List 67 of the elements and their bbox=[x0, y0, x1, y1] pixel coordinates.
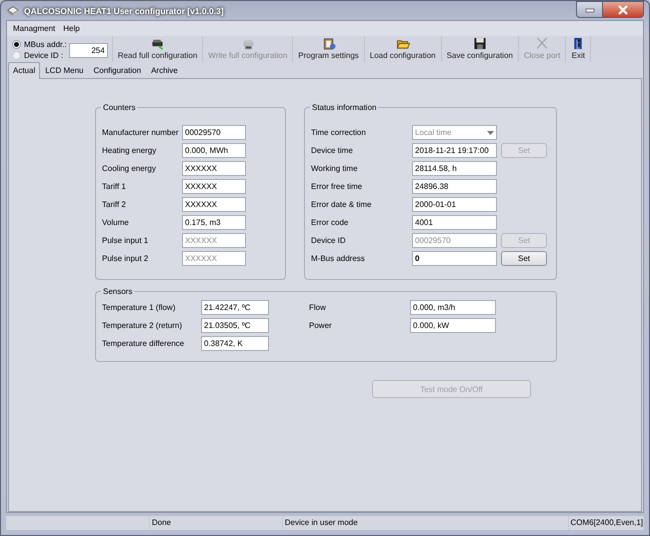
text-field[interactable]: 28114.58, h bbox=[412, 161, 497, 176]
toolbar-button[interactable]: Load configuration bbox=[364, 36, 442, 62]
close-button[interactable] bbox=[602, 1, 644, 18]
field-label: Pulse input 2 bbox=[102, 253, 150, 265]
status-text: Device in user mode bbox=[282, 516, 569, 530]
radio-button[interactable]: MBus addr.: bbox=[12, 39, 67, 50]
text-field[interactable]: 0.000, m3/h bbox=[410, 300, 496, 315]
clipboard-icon bbox=[322, 37, 336, 50]
text-field[interactable]: XXXXXX bbox=[182, 161, 246, 176]
text-field[interactable]: 0.175, m3 bbox=[182, 215, 246, 230]
text-field[interactable]: 0.000, MWh bbox=[182, 143, 246, 158]
close-icon bbox=[617, 4, 629, 14]
text-field[interactable]: 0.38742, K bbox=[201, 336, 269, 351]
field-label: Tariff 2 bbox=[102, 199, 127, 211]
field-label: Time correction bbox=[311, 127, 367, 139]
field-label: Error code bbox=[311, 217, 350, 229]
field-label: Device ID bbox=[311, 235, 347, 247]
field-label: Error free time bbox=[311, 181, 364, 193]
status-text: COM6[2400,Even,1] bbox=[568, 516, 644, 530]
address-field[interactable]: 254 bbox=[68, 42, 108, 58]
field-label: Cooling energy bbox=[102, 163, 157, 175]
text-field[interactable]: XXXXXX bbox=[182, 197, 246, 212]
field-label: Power bbox=[309, 320, 333, 332]
menu-item[interactable]: Help bbox=[59, 21, 84, 36]
field-label: Flow bbox=[309, 302, 327, 314]
minimize-button[interactable] bbox=[576, 1, 602, 18]
tab[interactable]: Actual bbox=[8, 62, 40, 79]
field-label: Heating energy bbox=[102, 145, 158, 157]
minimize-icon bbox=[584, 6, 594, 14]
toolbar-button[interactable]: Save configuration bbox=[442, 36, 519, 62]
text-field[interactable]: 0.000, kW bbox=[410, 318, 496, 333]
text-field[interactable]: 24896.38 bbox=[412, 179, 497, 194]
status-text: Done bbox=[150, 516, 283, 530]
field-label: M-Bus address bbox=[311, 253, 366, 265]
text-field[interactable]: 0 bbox=[412, 251, 497, 266]
field-label: Temperature 2 (return) bbox=[102, 320, 184, 332]
text-field[interactable]: 21.03505, ºC bbox=[201, 318, 269, 333]
device-icon bbox=[240, 37, 255, 50]
menu-item[interactable]: Managment bbox=[9, 21, 60, 36]
field-label: Working time bbox=[311, 163, 359, 175]
device-icon bbox=[150, 37, 164, 50]
close-icon bbox=[535, 37, 550, 50]
text-field[interactable]: 2000-01-01 bbox=[412, 197, 497, 212]
tab[interactable]: LCD Menu bbox=[40, 63, 88, 78]
text-field[interactable]: 21.42247, ºC bbox=[201, 300, 269, 315]
caret-icon bbox=[487, 130, 494, 134]
set-button[interactable]: Set bbox=[501, 251, 547, 266]
toolbar-button[interactable]: Read full configuration bbox=[112, 36, 204, 62]
toolbar-button[interactable]: Program settings bbox=[293, 36, 365, 62]
window-title: QALCOSONIC HEAT1 User configurator [v1.0.0.3] bbox=[24, 6, 224, 16]
text-field[interactable]: XXXXXX bbox=[182, 179, 246, 194]
radio-button[interactable]: Device ID : bbox=[12, 50, 67, 61]
field-label: Temperature 1 (flow) bbox=[102, 302, 176, 314]
tab[interactable]: Configuration bbox=[88, 63, 146, 78]
field-label: Temperature difference bbox=[102, 338, 186, 350]
toolbar-button[interactable]: Exit bbox=[566, 36, 592, 62]
text-field[interactable]: 2018-11-21 19:17:00 bbox=[412, 143, 497, 158]
field-label: Pulse input 1 bbox=[102, 235, 150, 247]
text-field[interactable]: 4001 bbox=[412, 215, 497, 230]
tab[interactable]: Archive bbox=[146, 63, 183, 78]
text-field[interactable]: 00029570 bbox=[182, 125, 246, 140]
field-label: Tariff 1 bbox=[102, 181, 127, 193]
field-label: Manufacturer number bbox=[102, 127, 180, 139]
field-label: Volume bbox=[102, 217, 130, 229]
field-label: Device time bbox=[311, 145, 354, 157]
field-label: Error date & time bbox=[311, 199, 372, 211]
app-icon bbox=[6, 4, 20, 18]
